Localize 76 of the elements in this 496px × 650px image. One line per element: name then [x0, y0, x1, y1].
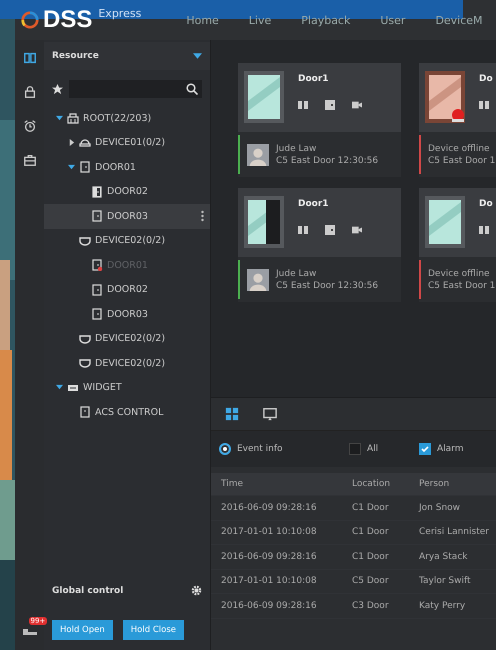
tree-item[interactable]: WIDGET — [44, 376, 210, 400]
table-cell-text: 2017-01-01 10:10:08 — [221, 576, 318, 586]
table-cell-text: C1 Door — [352, 502, 390, 513]
grid-icon[interactable] — [225, 407, 239, 421]
tree-item[interactable]: DEVICE01(0/2) — [44, 130, 210, 155]
alarm-clock-icon[interactable] — [22, 119, 36, 133]
person-name: Jude Law — [276, 144, 318, 154]
event-detail: C5 East Door 1 — [428, 280, 496, 290]
table-cell-text: C1 Door — [352, 552, 390, 562]
table-cell: Taylor Swift — [419, 576, 471, 586]
nav-tab[interactable]: DeviceM — [435, 14, 483, 26]
book-icon[interactable] — [22, 51, 36, 65]
filter-checkbox[interactable]: All — [349, 443, 419, 455]
table-cell-text: C5 Door — [352, 576, 390, 586]
avatar — [247, 268, 269, 292]
checkmark-icon — [420, 444, 430, 454]
monitor-icon[interactable] — [263, 407, 277, 421]
tree-item[interactable]: DEVICE02(0/2) — [44, 228, 210, 253]
door-icon[interactable] — [325, 225, 335, 235]
event-info-radio[interactable]: Event info — [219, 443, 349, 455]
edition-label: Express — [98, 7, 142, 20]
event-detail: C5 East Door 1 — [428, 156, 496, 166]
status-text: Device offline — [428, 144, 491, 154]
table-cell-text: 2017-01-01 10:10:08 — [221, 527, 318, 538]
tree-item[interactable]: DOOR02 — [44, 278, 210, 302]
caret-icon[interactable] — [56, 384, 63, 392]
briefcase-icon[interactable] — [22, 153, 36, 167]
table-cell: Jon Snow — [419, 502, 460, 513]
table-cell-text: C3 Door — [352, 600, 390, 611]
person-name: Jude Law — [276, 268, 318, 278]
column-header[interactable]: Location — [352, 479, 419, 489]
caret-icon[interactable] — [68, 164, 75, 171]
tree-item[interactable]: DOOR03 — [44, 204, 210, 228]
tree-item[interactable]: DOOR01 — [44, 155, 210, 180]
tree-item[interactable]: ACS CONTROL — [44, 400, 210, 424]
door-open-icon[interactable] — [298, 100, 308, 110]
tree-item[interactable]: DOOR03 — [44, 302, 210, 326]
star-icon[interactable] — [52, 84, 63, 94]
settings-icon[interactable] — [191, 585, 202, 596]
caret-icon[interactable] — [68, 139, 75, 146]
column-header[interactable]: Person — [419, 479, 450, 489]
tree-item[interactable]: DEVICE02(0/2) — [44, 326, 210, 351]
camera-icon[interactable] — [352, 100, 362, 110]
more-icon[interactable] — [201, 210, 204, 222]
table-cell: Cerisi Lannister — [419, 527, 489, 538]
table-cell: Katy Perry — [419, 600, 466, 611]
event-detail: C5 East Door 12:30:56 — [276, 280, 378, 290]
door-open-icon[interactable] — [298, 225, 308, 235]
table-cell: Arya Stack — [419, 552, 468, 562]
tree-item[interactable]: DOOR02 — [44, 180, 210, 204]
door-title: Door1 — [298, 199, 330, 209]
door-open-icon[interactable] — [479, 225, 489, 235]
door-title: Do — [479, 199, 493, 209]
status-text: Device offline — [428, 268, 491, 278]
avatar — [247, 142, 269, 166]
table-cell-text: 2016-06-09 09:28:16 — [221, 552, 318, 562]
search-field[interactable] — [69, 80, 202, 98]
door-icon[interactable] — [325, 100, 335, 110]
door-title: Do — [479, 74, 493, 84]
door-title: Door1 — [298, 74, 330, 84]
event-detail: C5 East Door 12:30:56 — [276, 156, 378, 166]
door-open-icon[interactable] — [479, 100, 489, 110]
table-cell-text: 2016-06-09 09:28:16 — [221, 502, 318, 513]
table-cell-text: C1 Door — [352, 527, 390, 538]
caret-icon — [193, 53, 202, 59]
tree-item[interactable]: DEVICE02(0/2) — [44, 351, 210, 376]
filter-checkbox[interactable]: Alarm — [419, 443, 464, 455]
caret-icon[interactable] — [56, 114, 63, 122]
search-icon[interactable] — [186, 83, 198, 95]
table-cell-text: 2016-06-09 09:28:16 — [221, 600, 318, 611]
lock-icon[interactable] — [22, 85, 36, 99]
tree-item[interactable]: ROOT(22/203) — [44, 106, 210, 130]
camera-icon[interactable] — [352, 225, 362, 235]
column-header[interactable]: Time — [221, 479, 352, 489]
resource-dropdown[interactable]: Resource — [44, 42, 210, 70]
section-title: Global control — [52, 586, 124, 596]
